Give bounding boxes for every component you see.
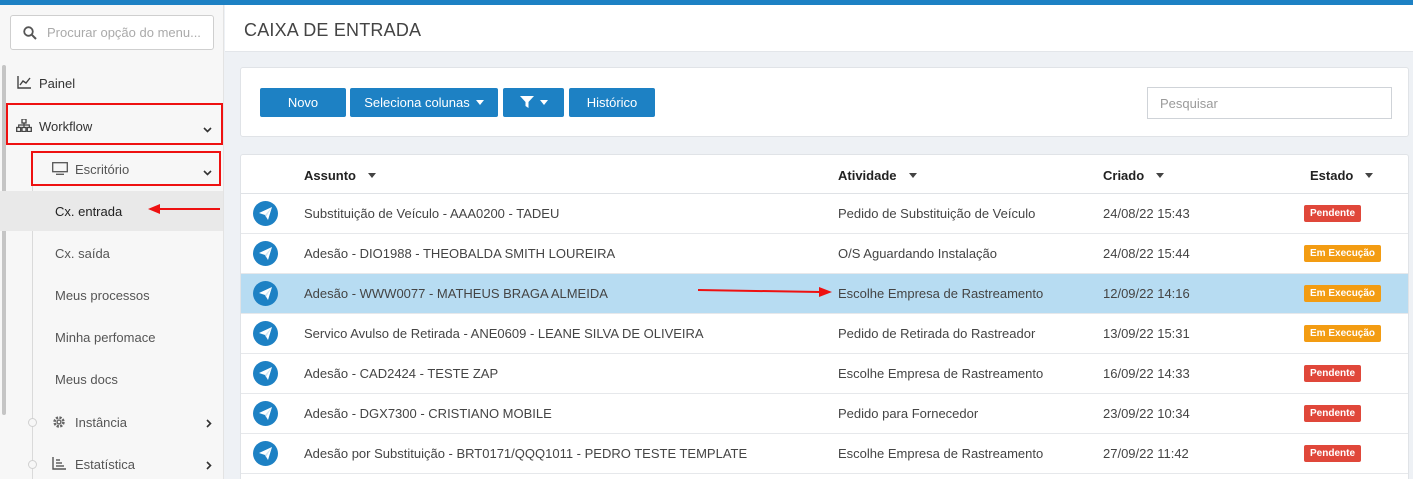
cell-atividade: Pedido para Fornecedor <box>838 406 979 421</box>
status-badge: Em Execução <box>1304 325 1382 342</box>
annotation-box-escritorio <box>31 151 221 186</box>
menu-search-input[interactable] <box>47 25 207 40</box>
menu-search[interactable] <box>10 15 214 50</box>
status-badge: Pendente <box>1304 445 1362 462</box>
sort-caret-icon <box>908 173 917 178</box>
status-badge: Em Execução <box>1304 245 1382 262</box>
paper-plane-icon[interactable] <box>253 361 278 386</box>
cell-assunto: Servico Avulso de Retirada - ANE0609 - L… <box>304 326 704 341</box>
status-badge: Pendente <box>1304 205 1362 222</box>
search-input[interactable] <box>1147 87 1392 119</box>
sidebar-item-painel[interactable]: Painel <box>0 71 223 95</box>
cell-assunto: Substituição de Veículo - AAA0200 - TADE… <box>304 206 560 221</box>
cell-assunto: Adesão por Substituição - BRT0171/QQQ101… <box>304 446 748 461</box>
table-row[interactable]: Adesão - CAD2424 - TESTE ZAP Escolhe Emp… <box>241 354 1408 394</box>
cell-criado: 27/09/22 11:42 <box>1103 446 1189 461</box>
column-label: Estado <box>1310 168 1354 183</box>
sort-caret-icon <box>1365 173 1374 178</box>
caret-down-icon <box>539 100 548 105</box>
sidebar-item-label: Minha perfomace <box>55 330 156 345</box>
cell-atividade: O/S Aguardando Instalação <box>838 246 998 261</box>
caret-down-icon <box>475 100 484 105</box>
page-title: CAIXA DE ENTRADA <box>244 20 422 40</box>
sidebar: Painel Workflow Escritório Cx. entrada C… <box>0 5 224 479</box>
cell-atividade: Escolhe Empresa de Rastreamento <box>838 446 1044 461</box>
paper-plane-icon[interactable] <box>253 401 278 426</box>
cell-criado: 23/09/22 10:34 <box>1103 406 1190 421</box>
sort-caret-icon <box>1156 173 1165 178</box>
sidebar-item-label: Meus processos <box>55 288 150 303</box>
sidebar-item-instancia[interactable]: Instância <box>0 409 223 435</box>
cell-criado: 12/09/22 14:16 <box>1103 286 1190 301</box>
annotation-arrow-right <box>698 287 832 297</box>
table-header: Assunto Atividade Criado Estado <box>241 155 1408 194</box>
column-label: Criado <box>1103 168 1145 183</box>
sidebar-item-meus-docs[interactable]: Meus docs <box>0 359 223 399</box>
sidebar-item-estatistica[interactable]: Estatística <box>0 451 223 477</box>
sidebar-item-minha-perfomace[interactable]: Minha perfomace <box>0 317 223 357</box>
search-icon <box>23 25 37 40</box>
table-row[interactable]: Substituição de Veículo - AAA0200 - TADE… <box>241 194 1408 234</box>
cell-criado: 24/08/22 15:43 <box>1103 206 1190 221</box>
filter-icon <box>519 96 534 108</box>
cell-assunto: Adesão - WWW0077 - MATHEUS BRAGA ALMEIDA <box>304 286 608 301</box>
paper-plane-icon[interactable] <box>253 281 278 306</box>
line-chart-icon <box>17 76 32 89</box>
new-button[interactable]: Novo <box>260 88 346 117</box>
cell-atividade: Escolhe Empresa de Rastreamento <box>838 366 1044 381</box>
status-badge: Em Execução <box>1304 285 1382 302</box>
paper-plane-icon[interactable] <box>253 321 278 346</box>
chevron-right-icon <box>206 416 212 431</box>
cell-criado: 16/09/22 14:33 <box>1103 366 1190 381</box>
column-header-criado[interactable]: Criado <box>1103 168 1165 183</box>
sidebar-item-label: Meus docs <box>55 372 118 387</box>
history-button[interactable]: Histórico <box>569 88 655 117</box>
inbox-table: Assunto Atividade Criado Estado Substitu… <box>240 154 1409 479</box>
paper-plane-icon[interactable] <box>253 441 278 466</box>
paper-plane-icon[interactable] <box>253 241 278 266</box>
select-columns-button[interactable]: Seleciona colunas <box>350 88 498 117</box>
sidebar-item-label: Cx. saída <box>55 246 110 261</box>
column-header-estado[interactable]: Estado <box>1310 168 1374 183</box>
column-header-atividade[interactable]: Atividade <box>838 168 917 183</box>
sidebar-item-label: Cx. entrada <box>55 204 123 219</box>
select-columns-label: Seleciona colunas <box>364 95 470 110</box>
cell-atividade: Escolhe Empresa de Rastreamento <box>838 286 1044 301</box>
cell-criado: 24/08/22 15:44 <box>1103 246 1190 261</box>
table-row[interactable]: Adesão - DIO1988 - THEOBALDA SMITH LOURE… <box>241 234 1408 274</box>
cell-assunto: Adesão - CAD2424 - TESTE ZAP <box>304 366 499 381</box>
table-row[interactable]: Adesão por Substituição - BRT0171/QQQ101… <box>241 434 1408 474</box>
sidebar-item-label: Estatística <box>75 457 135 472</box>
sort-caret-icon <box>368 173 376 178</box>
sidebar-item-cx-saida[interactable]: Cx. saída <box>0 233 223 273</box>
status-badge: Pendente <box>1304 405 1362 422</box>
filter-button[interactable] <box>503 88 564 117</box>
page-header: CAIXA DE ENTRADA <box>225 5 1413 52</box>
sidebar-item-label: Instância <box>75 415 128 430</box>
cell-atividade: Pedido de Retirada do Rastreador <box>838 326 1036 341</box>
cell-assunto: Adesão - DGX7300 - CRISTIANO MOBILE <box>304 406 552 421</box>
gear-icon <box>52 415 66 429</box>
column-label: Atividade <box>838 168 897 183</box>
column-header-assunto[interactable]: Assunto <box>304 168 376 183</box>
chevron-right-icon <box>206 458 212 473</box>
table-row[interactable]: Adesão - DGX7300 - CRISTIANO MOBILE Pedi… <box>241 394 1408 434</box>
cell-assunto: Adesão - DIO1988 - THEOBALDA SMITH LOURE… <box>304 246 616 261</box>
cell-atividade: Pedido de Substituição de Veículo <box>838 206 1036 221</box>
table-row[interactable]: Servico Avulso de Retirada - ANE0609 - L… <box>241 314 1408 354</box>
status-badge: Pendente <box>1304 365 1362 382</box>
annotation-arrow-left <box>148 204 220 214</box>
sidebar-item-label: Painel <box>39 76 76 91</box>
toolbar-card: Novo Seleciona colunas Histórico <box>240 67 1409 137</box>
paper-plane-icon[interactable] <box>253 201 278 226</box>
cell-criado: 13/09/22 15:31 <box>1103 326 1190 341</box>
annotation-box-workflow <box>6 103 223 145</box>
sidebar-item-meus-processos[interactable]: Meus processos <box>0 275 223 315</box>
bar-chart-icon <box>52 457 66 470</box>
column-label: Assunto <box>304 168 356 183</box>
